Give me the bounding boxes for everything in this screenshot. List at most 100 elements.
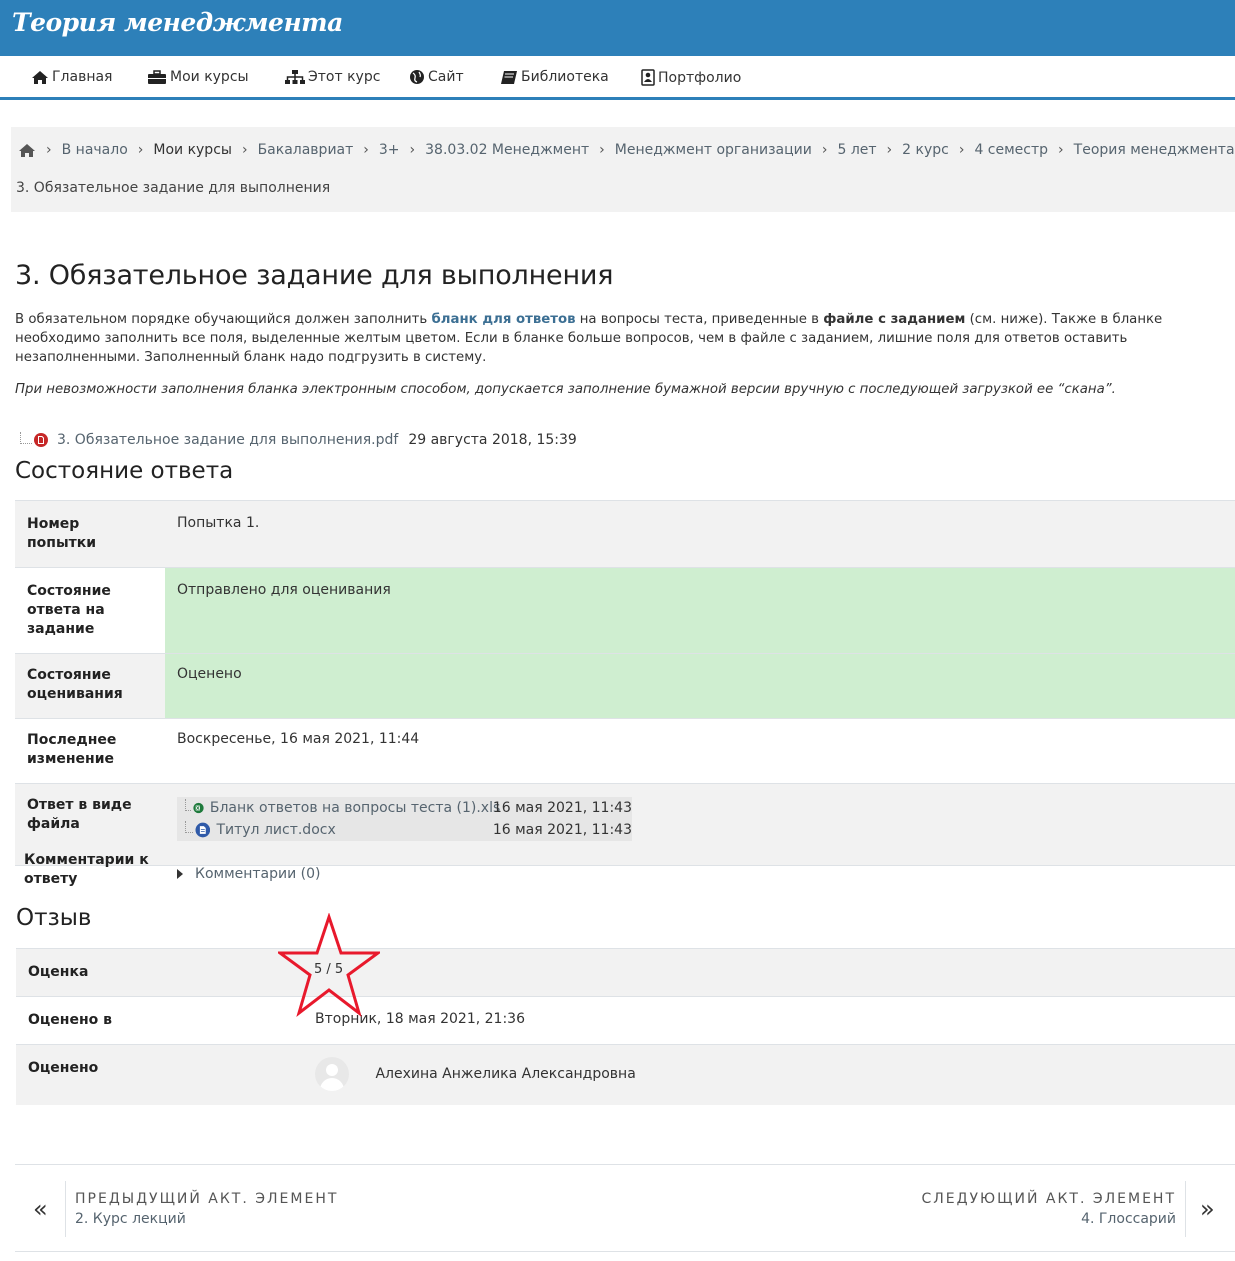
globe-icon	[410, 70, 424, 84]
submitted-file-link[interactable]: Титул лист.docx	[216, 822, 492, 838]
nav-home[interactable]: Главная	[31, 69, 112, 85]
submitted-file-link[interactable]: Бланк ответов на вопросы теста (1).xls	[210, 800, 500, 816]
row-label: Последнее изменение	[15, 718, 165, 784]
chevron-right-icon: ›	[241, 142, 248, 158]
chevron-right-icon: ›	[958, 142, 965, 158]
row-value: Оценено	[165, 653, 1235, 719]
row-value: Отправлено для оценивания	[165, 567, 1235, 654]
nav-my-courses-label: Мои курсы	[170, 69, 249, 85]
breadcrumb-item[interactable]: 4 семестр	[974, 142, 1048, 158]
caret-right-icon	[177, 869, 183, 879]
intro-text: В обязательном порядке обучающийся долже…	[15, 310, 1230, 367]
breadcrumb-item[interactable]: Теория менеджмента для МО	[1074, 142, 1235, 158]
breadcrumb-item[interactable]: 3+	[379, 142, 400, 158]
row-value: Попытка 1.	[165, 500, 1235, 568]
sitemap-icon	[285, 69, 305, 84]
nav-library[interactable]: Библиотека	[500, 69, 609, 85]
answer-form-link[interactable]: бланк для ответов	[432, 312, 576, 327]
feedback-heading: Отзыв	[16, 905, 92, 931]
chevron-right-icon: ›	[46, 142, 52, 158]
intro-text-bold: файле с заданием	[823, 312, 966, 327]
chevron-right-icon: ›	[1058, 142, 1064, 158]
row-value: Воскресенье, 16 мая 2021, 11:44	[165, 718, 1235, 784]
breadcrumb-current: 3. Обязательное задание для выполнения	[16, 180, 331, 196]
file-item: Бланк ответов на вопросы теста (1).xls 1…	[177, 797, 632, 819]
chevron-right-icon: ›	[886, 142, 893, 158]
avatar[interactable]	[315, 1057, 349, 1091]
prev-activity-caption[interactable]: ПРЕДЫДУЩИЙ АКТ. ЭЛЕМЕНТ	[75, 1191, 338, 1207]
divider	[1185, 1181, 1186, 1237]
breadcrumb-item[interactable]: Бакалавриат	[258, 142, 354, 158]
grader-name[interactable]: Алехина Анжелика Александровна	[375, 1066, 635, 1082]
table-row: Состояние оценивания Оценено	[15, 653, 1235, 719]
breadcrumb-item[interactable]: Мои курсы	[153, 142, 232, 158]
file-item: Титул лист.docx 16 мая 2021, 11:43	[177, 819, 632, 841]
divider	[65, 1181, 66, 1237]
nav-portfolio[interactable]: Портфолио	[641, 69, 741, 86]
double-chevron-right-icon[interactable]: »	[1200, 1195, 1215, 1223]
home-icon[interactable]	[18, 143, 36, 158]
row-label: Оценено	[16, 1044, 303, 1105]
submission-status-heading: Состояние ответа	[15, 458, 234, 484]
attachment-link[interactable]: 3. Обязательное задание для выполнения.p…	[57, 432, 398, 448]
grade-cell	[303, 948, 1235, 997]
breadcrumb-item[interactable]: 2 курс	[902, 142, 949, 158]
grader-cell: Алехина Анжелика Александровна	[303, 1044, 1235, 1105]
nav-home-label: Главная	[52, 69, 113, 85]
home-icon	[32, 70, 48, 84]
row-label: Состояние ответа на задание	[15, 567, 165, 654]
table-row: Номер попытки Попытка 1.	[15, 500, 1235, 568]
prev-activity-link[interactable]: 2. Курс лекций	[75, 1211, 186, 1227]
chevron-right-icon: ›	[409, 142, 416, 158]
comments-link[interactable]: Комментарии (0)	[195, 866, 321, 882]
breadcrumb-item[interactable]: В начало	[62, 142, 128, 158]
tree-connector	[185, 821, 193, 833]
table-row: Оценка	[16, 948, 1235, 997]
nav-this-course[interactable]: Этот курс	[285, 69, 380, 85]
comments-label: Комментарии к ответу	[24, 852, 149, 887]
table-row: Последнее изменение Воскресенье, 16 мая …	[15, 718, 1235, 784]
nav-my-courses[interactable]: Мои курсы	[147, 69, 249, 85]
feedback-table: Оценка Оценено в Вторник, 18 мая 2021, 2…	[16, 948, 1235, 1105]
nav-portfolio-label: Портфолио	[658, 69, 742, 86]
row-value: Бланк ответов на вопросы теста (1).xls 1…	[165, 783, 1235, 866]
nav-site[interactable]: Сайт	[409, 69, 464, 85]
activity-navigation: « ПРЕДЫДУЩИЙ АКТ. ЭЛЕМЕНТ 2. Курс лекций…	[15, 1164, 1235, 1252]
nav-site-label: Сайт	[428, 69, 464, 85]
chevron-right-icon: ›	[137, 142, 144, 158]
nav-library-label: Библиотека	[521, 69, 609, 85]
row-label: Оценено в	[16, 996, 303, 1045]
submitted-file-date: 16 мая 2021, 11:43	[492, 800, 632, 816]
star-annotation-icon	[278, 913, 380, 1017]
pdf-icon	[34, 433, 48, 447]
portfolio-icon	[641, 69, 655, 86]
row-value: Вторник, 18 мая 2021, 21:36	[303, 996, 1235, 1045]
chevron-right-icon: ›	[363, 142, 369, 158]
tree-connector	[185, 799, 191, 811]
double-chevron-left-icon[interactable]: «	[33, 1195, 48, 1223]
comments-toggle[interactable]: Комментарии (0)	[177, 866, 321, 882]
next-activity-caption[interactable]: СЛЕДУЮЩИЙ АКТ. ЭЛЕМЕНТ	[921, 1191, 1176, 1207]
avatar-head	[326, 1064, 338, 1076]
book-icon	[501, 70, 517, 84]
breadcrumb-item[interactable]: 38.03.02 Менеджмент	[425, 142, 589, 158]
row-label: Состояние оценивания	[15, 653, 165, 719]
site-header: Теория менеджмента	[0, 0, 1235, 56]
table-row: Ответ в виде файла Бланк ответов на вопр…	[15, 783, 1235, 866]
submitted-file-date: 16 мая 2021, 11:43	[492, 822, 632, 838]
table-row: Состояние ответа на задание Отправлено д…	[15, 567, 1235, 654]
breadcrumb-item[interactable]: 5 лет	[837, 142, 876, 158]
intro-text-part: на вопросы теста, приведенные в	[575, 312, 824, 327]
main-nav: Главная Мои курсы Этот курс Сайт Библиот…	[0, 56, 1235, 100]
submission-status-table: Номер попытки Попытка 1. Состояние ответ…	[15, 500, 1235, 867]
page-title: 3. Обязательное задание для выполнения	[15, 260, 614, 291]
word-icon	[195, 822, 210, 838]
row-label: Номер попытки	[15, 500, 165, 568]
site-brand[interactable]: Теория менеджмента	[12, 8, 343, 37]
excel-icon	[193, 802, 204, 814]
intro-text-part: В обязательном порядке обучающийся долже…	[15, 312, 432, 327]
next-activity-link[interactable]: 4. Глоссарий	[1081, 1211, 1176, 1227]
breadcrumb-item[interactable]: Менеджмент организации	[615, 142, 812, 158]
intro-note: При невозможности заполнения бланка элек…	[15, 382, 1116, 397]
file-tree: Бланк ответов на вопросы теста (1).xls 1…	[177, 797, 632, 841]
